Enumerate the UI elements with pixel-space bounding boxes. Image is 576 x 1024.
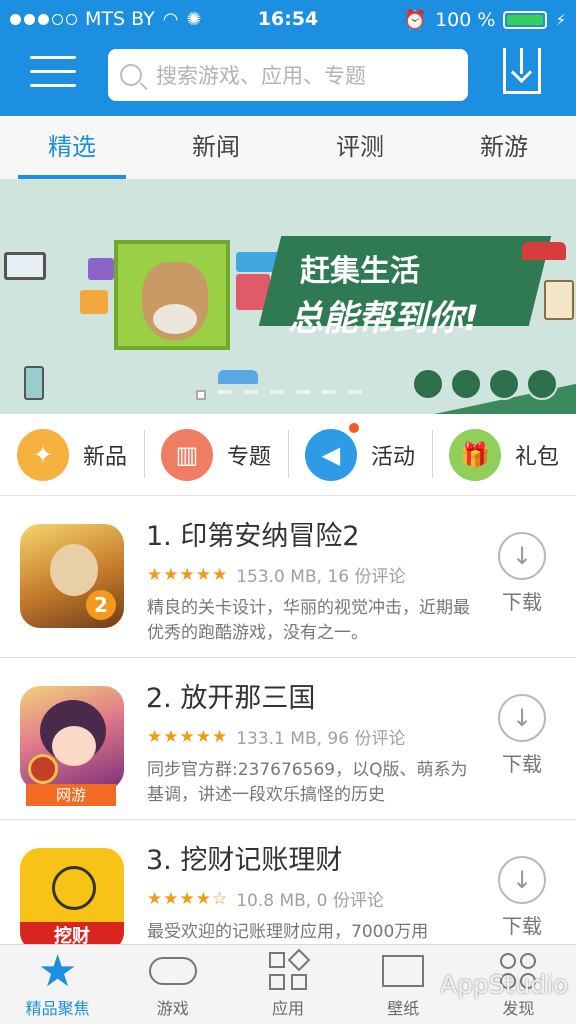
- download-button[interactable]: ↓ 下载: [496, 532, 548, 615]
- menu-icon[interactable]: [30, 56, 76, 92]
- rating-stars: ★★★★★: [147, 564, 229, 585]
- status-bar: MTS BY ◠ ✺ 16:54 ⏰ 100 % ⚡: [0, 0, 576, 38]
- app-icon[interactable]: 2: [20, 524, 124, 628]
- document-icon: [412, 368, 444, 400]
- banner-headline: 赶集生活: [300, 254, 420, 289]
- banner-pager[interactable]: [196, 390, 362, 400]
- download-label: 下载: [502, 752, 542, 776]
- app-list: 2 1. 印第安纳冒险2 ★★★★★ 153.0 MB, 16 份评论 精良的关…: [0, 496, 576, 982]
- gamepad-icon: [115, 945, 230, 997]
- ganji-logo: [114, 240, 230, 350]
- tab-news[interactable]: 新闻: [144, 116, 288, 179]
- download-arrow-icon: ↓: [498, 694, 546, 742]
- app-title[interactable]: 3. 挖财记账理财: [146, 838, 342, 877]
- nav-apps[interactable]: 应用: [230, 945, 345, 1024]
- tab-featured[interactable]: 精选: [0, 116, 144, 179]
- quick-new-label: 新品: [82, 444, 127, 470]
- alarm-icon: ⏰: [403, 9, 428, 31]
- app-title[interactable]: 2. 放开那三国: [146, 676, 315, 715]
- search-icon: [120, 64, 142, 86]
- megaphone-icon: ◀: [304, 422, 359, 481]
- download-arrow-icon: ↓: [498, 532, 546, 580]
- app-meta: ★★★★☆ 10.8 MB, 0 份评论: [147, 886, 384, 912]
- promo-banner[interactable]: 赶集生活 总能帮到你!: [0, 180, 576, 414]
- nav-featured[interactable]: ★ 精品聚焦: [0, 945, 115, 1024]
- rating-stars: ★★★★★: [147, 726, 229, 747]
- download-button[interactable]: ↓ 下载: [496, 694, 548, 777]
- deco-block: [80, 290, 108, 314]
- battery-percent: 100 %: [435, 8, 496, 31]
- tab-new-games[interactable]: 新游: [432, 116, 576, 179]
- quick-gifts[interactable]: 🎁 礼包: [432, 414, 576, 495]
- tab-reviews[interactable]: 评测: [288, 116, 432, 179]
- car-icon: [526, 368, 558, 400]
- deco-block: [88, 258, 114, 280]
- app-size-reviews: 153.0 MB, 16 份评论: [236, 567, 406, 587]
- quick-events[interactable]: ◀ 活动: [288, 414, 432, 495]
- download-label: 下载: [502, 914, 542, 938]
- list-item[interactable]: 2 1. 印第安纳冒险2 ★★★★★ 153.0 MB, 16 份评论 精良的关…: [0, 496, 576, 658]
- search-input[interactable]: 搜索游戏、应用、专题: [108, 49, 468, 101]
- quick-topics-label: 专题: [226, 444, 271, 470]
- car-icon: [218, 370, 258, 384]
- car-icon: [522, 242, 566, 260]
- nav-apps-label: 应用: [272, 999, 305, 1018]
- app-meta: ★★★★★ 133.1 MB, 96 份评论: [147, 724, 406, 750]
- online-game-tag: 网游: [26, 784, 116, 806]
- search-placeholder: 搜索游戏、应用、专题: [156, 64, 366, 88]
- clipboard-icon: [544, 280, 574, 320]
- nav-games-label: 游戏: [156, 999, 189, 1018]
- quick-events-label: 活动: [370, 444, 415, 470]
- quick-new[interactable]: ✦ 新品: [0, 414, 144, 495]
- tab-bar: 精选 新闻 评测 新游: [0, 116, 576, 180]
- computer-icon: [488, 368, 520, 400]
- top-bar: MTS BY ◠ ✺ 16:54 ⏰ 100 % ⚡ 搜索游戏、应用、专题: [0, 0, 576, 116]
- app-size-reviews: 10.8 MB, 0 份评论: [236, 891, 384, 911]
- app-meta: ★★★★★ 153.0 MB, 16 份评论: [147, 562, 406, 588]
- watermark: AppStudio: [440, 970, 569, 999]
- app-size-reviews: 133.1 MB, 96 份评论: [236, 729, 406, 749]
- app-description: 同步官方群:237676569，以Q版、萌系为基调，讲述一段欢乐搞怪的历史: [147, 760, 468, 805]
- tv-icon: [4, 252, 46, 280]
- download-arrow-icon: ↓: [498, 856, 546, 904]
- apps-grid-icon: [230, 945, 345, 997]
- status-right: ⏰ 100 % ⚡: [403, 8, 566, 32]
- app-title[interactable]: 1. 印第安纳冒险2: [146, 514, 360, 553]
- download-label: 下载: [502, 590, 542, 614]
- category-icons: [412, 368, 558, 400]
- nav-games[interactable]: 游戏: [115, 945, 230, 1024]
- donkey-icon: [142, 262, 208, 340]
- star-icon: ★: [37, 945, 78, 997]
- download-manager-icon[interactable]: [503, 48, 541, 94]
- app-description: 精良的关卡设计，华丽的视觉冲击，近期最优秀的跑酷游戏，没有之一。: [147, 598, 470, 643]
- quick-categories: ✦ 新品 ▥ 专题 ◀ 活动 🎁 礼包: [0, 414, 576, 496]
- nav-featured-label: 精品聚焦: [25, 999, 90, 1018]
- battery-icon: [503, 10, 548, 29]
- quick-gifts-label: 礼包: [514, 444, 559, 470]
- app-icon[interactable]: 挖财: [20, 848, 124, 952]
- charging-icon: ⚡: [555, 10, 566, 29]
- quick-topics[interactable]: ▥ 专题: [144, 414, 288, 495]
- bookmark-icon: ▥: [160, 428, 213, 481]
- list-item[interactable]: 网游 2. 放开那三国 ★★★★★ 133.1 MB, 96 份评论 同步官方群…: [0, 658, 576, 820]
- download-button[interactable]: ↓ 下载: [496, 856, 548, 939]
- star-burst-icon: ✦: [16, 428, 69, 481]
- house-icon: [450, 368, 482, 400]
- notification-dot: [348, 422, 359, 433]
- app-description: 最受欢迎的记账理财应用，7000万用: [147, 922, 429, 942]
- rating-stars: ★★★★☆: [147, 888, 229, 909]
- banner-subheadline: 总能帮到你!: [288, 299, 479, 339]
- phone-icon: [24, 366, 44, 400]
- gift-icon: 🎁: [448, 428, 501, 481]
- app-icon[interactable]: [20, 686, 124, 790]
